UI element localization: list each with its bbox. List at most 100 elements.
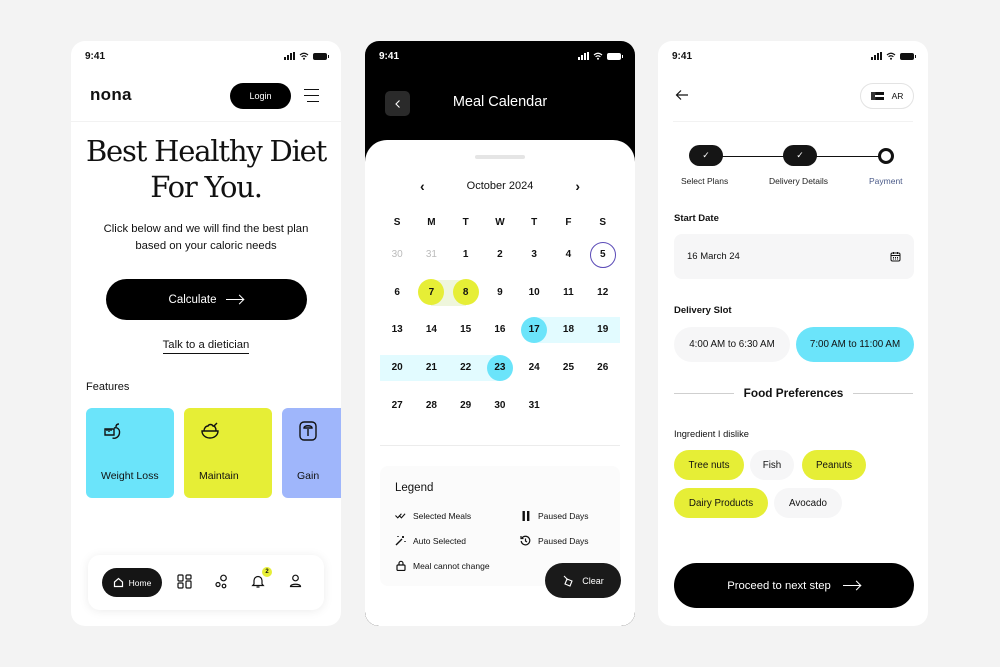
calendar-day[interactable]: 31: [517, 392, 551, 418]
nav-plans-tab[interactable]: [175, 572, 193, 590]
start-date-input[interactable]: 16 March 24: [674, 234, 914, 279]
calendar-day[interactable]: 15: [449, 317, 483, 343]
clear-button[interactable]: Clear: [545, 563, 621, 598]
next-month-button[interactable]: ›: [575, 178, 580, 194]
calendar-day[interactable]: 13: [380, 317, 414, 343]
nav-community-tab[interactable]: [212, 572, 230, 590]
feature-label: Weight Loss: [101, 470, 159, 482]
arrow-left-icon[interactable]: [675, 89, 689, 101]
hamburger-menu-icon[interactable]: [304, 89, 319, 102]
prev-month-button[interactable]: ‹: [420, 178, 425, 194]
step-label: Delivery Details: [769, 176, 829, 186]
login-button[interactable]: Login: [230, 83, 291, 109]
header-divider: [71, 121, 341, 122]
day-number: 17: [521, 316, 548, 343]
calendar-day[interactable]: 22: [449, 355, 483, 381]
lock-icon: [395, 560, 406, 571]
day-number: 16: [494, 324, 506, 336]
status-bar: 9:41: [379, 49, 623, 63]
calendar-day[interactable]: 3: [517, 242, 551, 268]
calendar-empty-cell: [551, 392, 585, 418]
header-divider: [673, 121, 913, 122]
calendar-day[interactable]: 20: [380, 355, 414, 381]
language-toggle[interactable]: AR: [860, 83, 914, 109]
feature-card-gain[interactable]: Gain: [282, 408, 341, 498]
delivery-slot-option-selected[interactable]: 7:00 AM to 11:00 AM: [796, 327, 914, 362]
delivery-slot-option[interactable]: 4:00 AM to 6:30 AM: [674, 327, 790, 362]
bubbles-icon: [214, 574, 227, 588]
feature-card-weight-loss[interactable]: Weight Loss: [86, 408, 174, 498]
calendar-day[interactable]: 27: [380, 392, 414, 418]
calendar-day[interactable]: 2: [483, 242, 517, 268]
calendar-icon[interactable]: [890, 251, 901, 262]
calendar-day[interactable]: 19: [586, 317, 620, 343]
nav-home-tab[interactable]: Home: [102, 568, 162, 597]
calendar-day[interactable]: 28: [414, 392, 448, 418]
ingredient-chip[interactable]: Dairy Products: [674, 488, 768, 518]
day-number: 6: [394, 286, 400, 298]
legend-title: Legend: [395, 482, 434, 494]
divider-line: [674, 392, 734, 394]
calendar-day: 31: [414, 242, 448, 268]
calendar-week-row: 30 31 1 2 3 4 5: [380, 236, 620, 274]
calendar-grid: S M T W T F S 30 31 1 2 3 4 5 6 7 8 9 10 11 12 13 14 15 16 17 18 19…: [380, 208, 620, 424]
start-date-label: Start Date: [674, 213, 719, 224]
day-number: 9: [497, 286, 503, 298]
calendar-day[interactable]: 24: [517, 355, 551, 381]
day-number: 27: [391, 399, 403, 411]
battery-icon: [313, 52, 329, 60]
day-number: 18: [562, 324, 575, 336]
calculate-button[interactable]: Calculate: [106, 279, 307, 320]
calendar-day[interactable]: 11: [551, 279, 585, 305]
day-number: 25: [562, 362, 575, 374]
calendar-day[interactable]: 29: [449, 392, 483, 418]
day-number: 31: [425, 249, 437, 261]
calendar-day[interactable]: 10: [517, 279, 551, 305]
day-number: 14: [425, 324, 437, 336]
ingredient-chip[interactable]: Peanuts: [802, 450, 866, 480]
calendar-day[interactable]: 17: [517, 316, 551, 343]
month-navigation: ‹ October 2024 ›: [420, 178, 580, 194]
talk-to-dietician-link[interactable]: Talk to a dietician: [71, 339, 341, 354]
calendar-day[interactable]: 16: [483, 317, 517, 343]
calendar-day[interactable]: 14: [414, 317, 448, 343]
calendar-day[interactable]: 9: [483, 279, 517, 305]
day-number: 10: [528, 286, 540, 298]
ingredient-chip[interactable]: Avocado: [774, 488, 842, 518]
bottom-navigation: Home 2: [88, 555, 324, 610]
day-number: 5: [589, 241, 616, 268]
battery-icon: [900, 52, 916, 60]
calendar-day[interactable]: 30: [483, 392, 517, 418]
calendar-day[interactable]: 8: [449, 279, 483, 306]
day-number: [590, 392, 616, 418]
calendar-day[interactable]: 6: [380, 279, 414, 305]
calendar-day[interactable]: 23: [483, 354, 517, 381]
calendar-week-row: 27 28 29 30 31: [380, 386, 620, 424]
calendar-day[interactable]: 25: [551, 355, 585, 381]
pause-icon: [520, 510, 531, 521]
arrow-right-icon: [842, 581, 861, 591]
calendar-day[interactable]: 1: [449, 242, 483, 268]
feature-card-maintain[interactable]: Maintain: [184, 408, 272, 498]
step-select-plans-marker: ✓: [689, 145, 723, 166]
drag-handle[interactable]: [475, 155, 525, 159]
day-number: 7: [418, 279, 445, 306]
calendar-day[interactable]: 5: [586, 241, 620, 268]
calendar-day[interactable]: 7: [414, 279, 448, 306]
legend-item: Paused Days: [520, 510, 589, 521]
day-number: 23: [486, 354, 513, 381]
calendar-day[interactable]: 26: [586, 355, 620, 381]
nav-notifications-tab[interactable]: 2: [249, 567, 272, 590]
calendar-day[interactable]: 12: [586, 279, 620, 305]
nav-profile-tab[interactable]: [286, 572, 304, 590]
calendar-empty-cell: [586, 392, 620, 418]
calendar-divider: [380, 445, 620, 446]
proceed-button[interactable]: Proceed to next step: [674, 563, 914, 608]
calendar-day[interactable]: 4: [551, 242, 585, 268]
day-number: 26: [597, 362, 609, 374]
calendar-day[interactable]: 18: [551, 317, 585, 343]
arrow-right-icon: [226, 295, 244, 305]
calendar-day[interactable]: 21: [414, 355, 448, 381]
ingredient-chip[interactable]: Tree nuts: [674, 450, 744, 480]
ingredient-chip[interactable]: Fish: [750, 450, 794, 480]
